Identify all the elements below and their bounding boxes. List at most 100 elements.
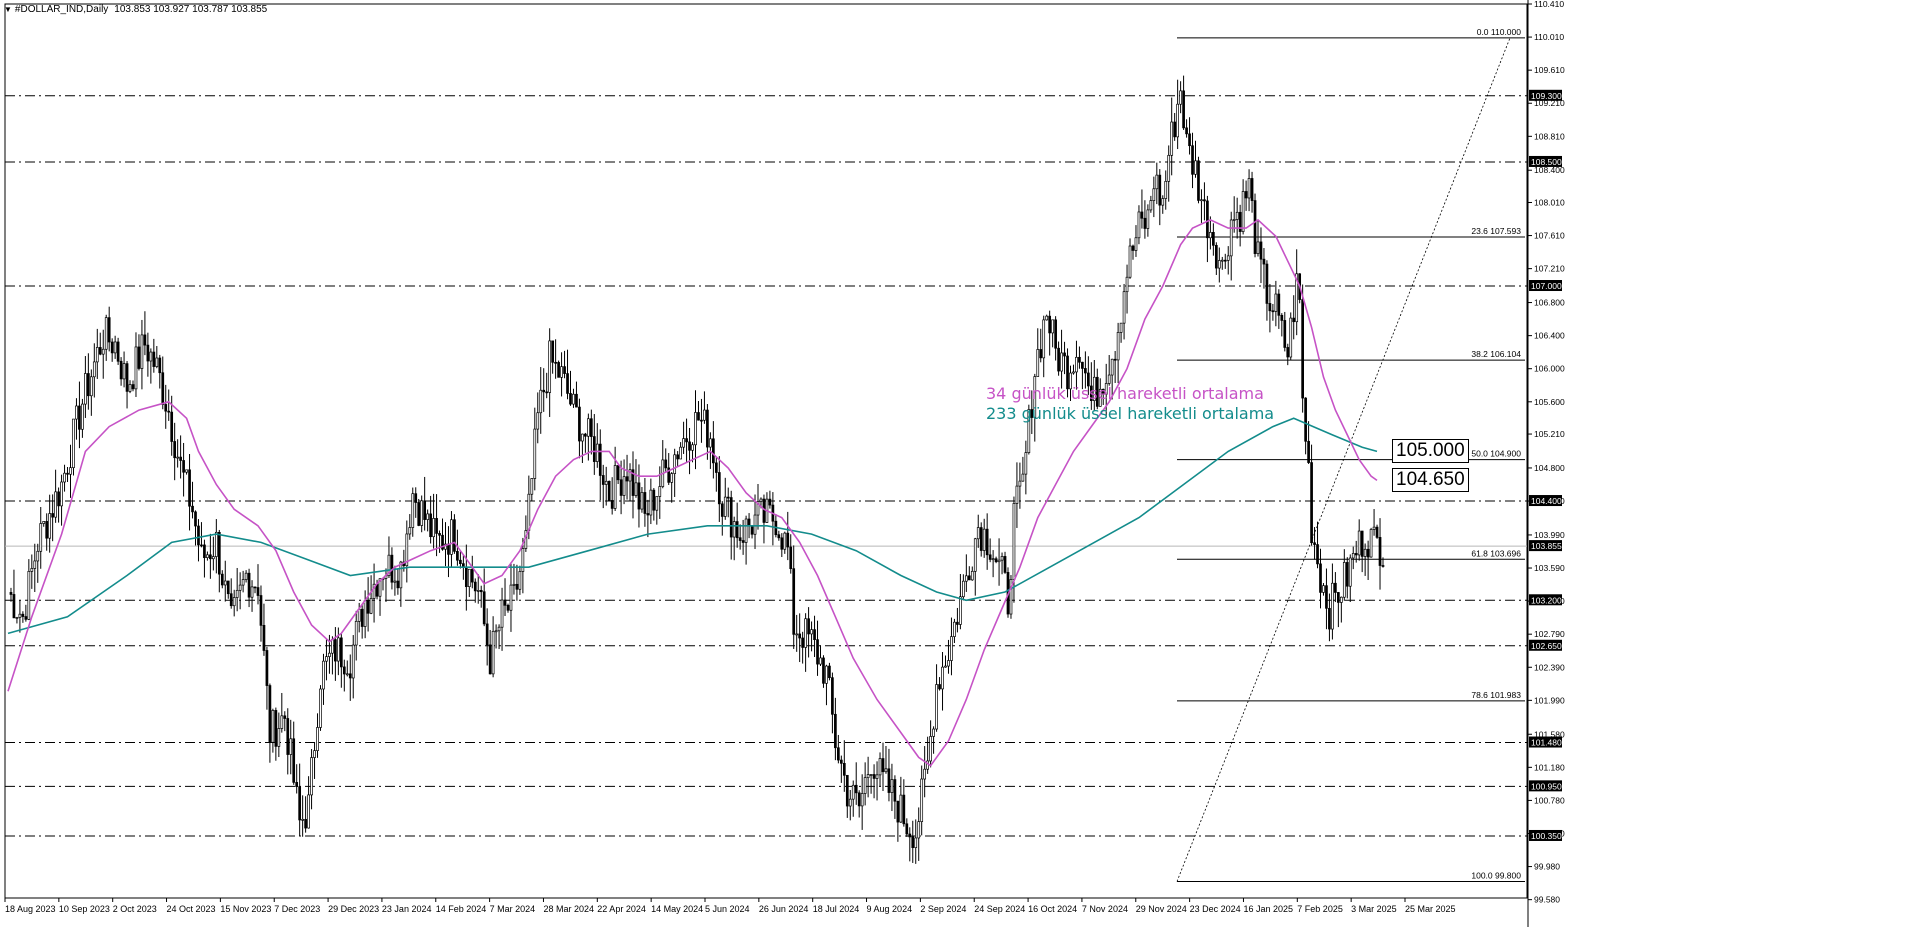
candle-body [679, 446, 682, 460]
candle-body [979, 527, 983, 551]
candle-body [488, 644, 492, 675]
y-tick-label: 106.400 [1534, 331, 1565, 341]
x-tick-label: 18 Aug 2023 [5, 904, 56, 914]
candle-body [777, 534, 781, 539]
x-tick-label: 16 Jan 2025 [1243, 904, 1293, 914]
candle-body [1339, 596, 1343, 603]
candle-body [479, 590, 483, 593]
candle-body [732, 521, 736, 538]
candle-body [1012, 503, 1016, 580]
candle-body [920, 778, 924, 822]
candle-body [295, 782, 299, 788]
candle-body [1313, 542, 1316, 545]
triangle-down-icon[interactable]: ▼ [4, 5, 12, 14]
candle-body [357, 608, 361, 622]
candle-body [947, 660, 950, 667]
candle-body [1357, 530, 1361, 556]
candle-body [1018, 480, 1022, 487]
candle-body [1337, 592, 1340, 603]
candle-body [717, 472, 721, 505]
candle-body [664, 459, 668, 469]
candle-body [1229, 219, 1233, 257]
candle-body [1128, 245, 1132, 278]
candle-body [533, 428, 537, 479]
candle-body [887, 768, 891, 793]
candle-body [1140, 211, 1144, 219]
candle-body [1161, 198, 1165, 206]
candle-body [988, 554, 992, 560]
candle-body [1274, 293, 1278, 312]
candle-body [467, 568, 471, 588]
candle-body [182, 460, 185, 473]
candle-body [837, 747, 840, 761]
candle-body [759, 498, 763, 502]
candle-body [453, 519, 456, 552]
candle-body [854, 784, 858, 794]
candle-body [247, 572, 251, 598]
fibonacci-level-label: 50.0 104.900 [1471, 449, 1521, 459]
candle-body [188, 469, 191, 507]
candle-body [1372, 526, 1376, 530]
candle-body [316, 727, 319, 751]
level-label: 101.480 [1531, 738, 1562, 748]
candle-body [1167, 154, 1171, 182]
candle-body [762, 498, 766, 523]
candle-body [938, 684, 941, 690]
candle-body [857, 792, 861, 807]
x-tick-label: 26 Jun 2024 [759, 904, 809, 914]
candle-body [304, 818, 307, 829]
candle-body [140, 334, 144, 369]
candle-body [1209, 232, 1212, 239]
candle-body [393, 580, 397, 583]
candle-body [342, 666, 346, 675]
x-tick-label: 14 Feb 2024 [436, 904, 487, 914]
candle-body [1039, 349, 1043, 359]
candle-body [1191, 145, 1194, 175]
candle-body [1354, 553, 1358, 556]
candle-body [1301, 299, 1304, 399]
x-tick-label: 22 Apr 2024 [597, 904, 646, 914]
candle-body [274, 710, 278, 747]
candle-body [119, 360, 123, 380]
candle-body [1081, 361, 1084, 369]
candle-body [310, 757, 313, 796]
fibonacci-level-label: 100.0 99.800 [1471, 870, 1521, 880]
candle-body [1289, 317, 1293, 358]
candle-body [241, 579, 245, 586]
current-price-label: 103.855 [1531, 541, 1562, 551]
candle-body [134, 346, 138, 390]
candle-body [890, 779, 894, 793]
candle-body [970, 570, 974, 581]
candle-body [1292, 317, 1296, 323]
candle-body [560, 366, 563, 378]
candle-body [964, 575, 968, 582]
candle-body [1316, 544, 1319, 565]
candle-body [432, 518, 435, 538]
candle-body [232, 597, 236, 607]
candle-body [1214, 244, 1218, 269]
price-chart[interactable]: 110.410110.010109.610109.210108.810108.4… [0, 0, 1920, 927]
candle-body [63, 472, 66, 483]
level-label: 102.650 [1531, 641, 1562, 651]
x-tick-label: 15 Nov 2023 [220, 904, 271, 914]
candle-body [92, 361, 96, 378]
candle-body [226, 580, 230, 595]
candle-body [848, 798, 852, 807]
candle-body [158, 357, 162, 374]
candle-body [1188, 133, 1191, 147]
candle-body [250, 586, 254, 598]
candle-body [834, 713, 837, 749]
candle-body [167, 410, 171, 413]
x-tick-label: 14 May 2024 [651, 904, 703, 914]
candle-body [244, 572, 248, 580]
candle-body [1197, 160, 1200, 201]
y-tick-label: 107.210 [1534, 264, 1565, 274]
candle-body [1042, 319, 1046, 359]
candle-body [277, 728, 281, 747]
y-tick-label: 99.980 [1534, 862, 1560, 872]
candle-body [366, 600, 370, 614]
candle-body [1325, 585, 1328, 609]
candle-body [69, 467, 72, 475]
candle-body [676, 454, 679, 460]
candle-body [298, 786, 302, 821]
